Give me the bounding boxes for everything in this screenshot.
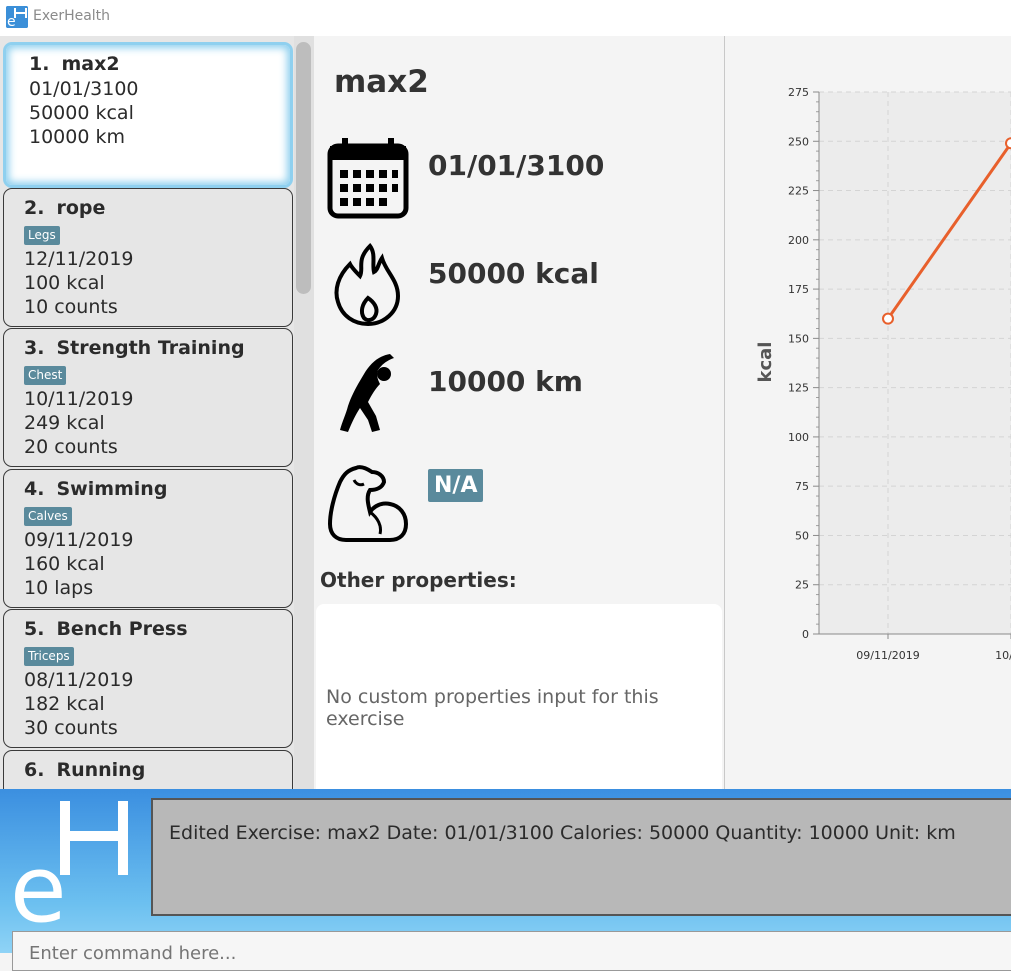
data-point — [1005, 137, 1011, 150]
y-tick-label: 225 — [788, 185, 809, 198]
exercise-quantity: 10 laps — [24, 577, 94, 599]
exercise-card[interactable]: 2. rope Legs 12/11/2019 100 kcal 10 coun… — [3, 188, 293, 327]
y-tick-label: 175 — [788, 283, 809, 296]
exercise-name: Strength Training — [56, 337, 245, 359]
calendar-icon — [327, 138, 409, 219]
y-tick-label: 200 — [788, 234, 809, 247]
exercise-name: rope — [56, 197, 106, 219]
exerhealth-logo-icon: e — [10, 801, 128, 923]
exercise-card[interactable]: 3. Strength Training Chest 10/11/2019 24… — [3, 328, 293, 467]
exercise-calories: 182 kcal — [24, 693, 105, 715]
y-axis-label: kcal — [755, 342, 776, 383]
exercise-card-header: 4. Swimming — [24, 476, 292, 502]
muscle-badge: N/A — [428, 469, 484, 502]
exercise-index: 1. — [29, 53, 50, 75]
y-tick-label: 150 — [788, 332, 809, 345]
muscle-tag: Triceps — [24, 647, 74, 666]
exercise-calories: 249 kcal — [24, 412, 105, 434]
exercise-icon — [340, 354, 394, 432]
title-bar: e ExerHealth — [0, 0, 1011, 36]
exercise-list[interactable]: 1. max2 01/01/3100 50000 kcal 10000 km 2… — [0, 36, 314, 789]
x-tick-label: 10/11 — [995, 649, 1011, 662]
plot-area — [819, 92, 1011, 634]
y-tick-label: 125 — [788, 382, 809, 395]
exercise-quantity: 20 counts — [24, 436, 118, 458]
app-title: ExerHealth — [33, 8, 111, 24]
muscle-tag: Legs — [24, 226, 60, 245]
exercise-card[interactable]: 1. max2 01/01/3100 50000 kcal 10000 km — [3, 42, 293, 188]
exercise-card-header: 2. rope — [24, 195, 292, 221]
exercise-quantity: 10000 km — [29, 126, 125, 148]
detail-date: 01/01/3100 — [428, 149, 605, 182]
y-tick-label: 25 — [795, 579, 809, 592]
detail-calories: 50000 kcal — [428, 257, 599, 290]
exercise-index: 5. — [24, 618, 45, 640]
exercise-index: 4. — [24, 478, 45, 500]
exercise-date: 08/11/2019 — [24, 669, 134, 691]
bottom-bar: e Edited Exercise: max2 Date: 01/01/3100… — [0, 789, 1011, 971]
exercise-index: 3. — [24, 337, 45, 359]
muscle-icon — [327, 465, 409, 542]
exercise-index: 6. — [24, 759, 45, 781]
result-message: Edited Exercise: max2 Date: 01/01/3100 C… — [169, 822, 956, 844]
other-properties-box: No custom properties input for this exer… — [316, 604, 722, 789]
exercise-name: Running — [56, 759, 146, 781]
calorie-chart: 0 25 50 75 100 125 150 175 200 225 250 275 09/11/201… — [755, 86, 1011, 662]
exercise-card[interactable]: 5. Bench Press Triceps 08/11/2019 182 kc… — [3, 609, 293, 748]
exercise-name: Bench Press — [56, 618, 188, 640]
flame-icon — [334, 242, 401, 326]
exercise-date: 10/11/2019 — [24, 388, 134, 410]
calorie-chart-panel: 0 25 50 75 100 125 150 175 200 225 250 275 09/11/201… — [725, 36, 1011, 789]
exercise-card[interactable]: 6. Running — [3, 750, 293, 789]
exercise-calories: 50000 kcal — [29, 102, 134, 124]
y-tick-label: 275 — [788, 86, 809, 99]
exercise-quantity: 10 counts — [24, 296, 118, 318]
exercise-card-header: 5. Bench Press — [24, 616, 292, 642]
exercise-date: 09/11/2019 — [24, 529, 134, 551]
exercise-name: max2 — [61, 53, 120, 75]
result-display: Edited Exercise: max2 Date: 01/01/3100 C… — [151, 798, 1011, 916]
svg-text:e: e — [10, 836, 67, 923]
exercise-date: 12/11/2019 — [24, 248, 134, 270]
detail-quantity: 10000 km — [428, 365, 583, 398]
exercise-card[interactable]: 4. Swimming Calves 09/11/2019 160 kcal 1… — [3, 469, 293, 608]
exercise-quantity: 30 counts — [24, 717, 118, 739]
detail-exercise-name: max2 — [334, 64, 429, 100]
exercise-card-header: 6. Running — [24, 757, 292, 783]
exercise-card-header: 3. Strength Training — [24, 335, 292, 361]
no-properties-message: No custom properties input for this exer… — [326, 686, 659, 730]
command-box[interactable] — [12, 931, 1011, 971]
exercise-calories: 160 kcal — [24, 553, 105, 575]
list-scrollbar-thumb[interactable] — [296, 42, 311, 294]
x-tick-label: 09/11/2019 — [856, 649, 919, 662]
muscle-tag: Chest — [24, 366, 67, 385]
exercise-index: 2. — [24, 197, 45, 219]
exercise-card-header: 1. max2 — [29, 51, 290, 77]
y-tick-label: 50 — [795, 529, 809, 542]
exercise-date: 01/01/3100 — [29, 78, 139, 100]
app-logo-icon: e — [6, 6, 28, 28]
exercise-name: Swimming — [56, 478, 168, 500]
other-properties-label: Other properties: — [320, 568, 517, 592]
data-point — [882, 312, 894, 325]
y-tick-label: 75 — [795, 480, 809, 493]
y-tick-label: 100 — [788, 431, 809, 444]
exercise-detail-panel: max2 01/01/3100 50000 kcal 10000 km N/A … — [314, 36, 724, 789]
muscle-tag: Calves — [24, 507, 72, 526]
command-input[interactable] — [27, 942, 931, 965]
y-tick-label: 0 — [802, 628, 809, 641]
y-tick-label: 250 — [788, 135, 809, 148]
exercise-calories: 100 kcal — [24, 272, 105, 294]
